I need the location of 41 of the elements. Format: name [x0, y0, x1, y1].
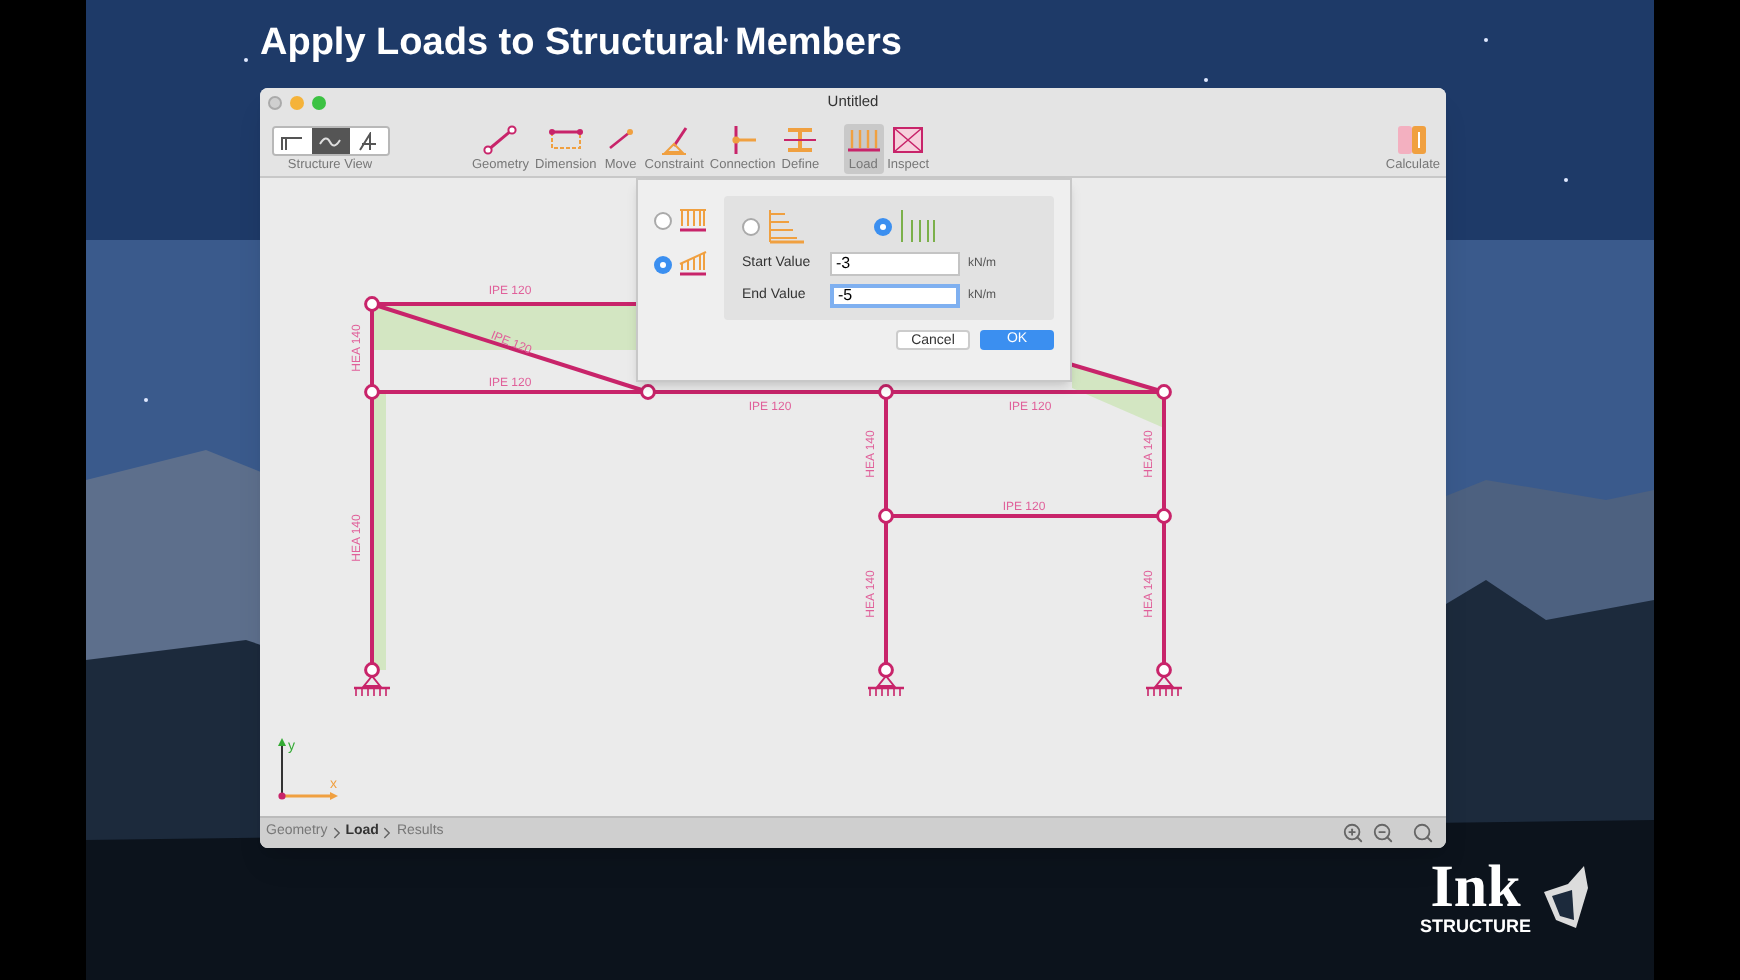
radio-button[interactable]	[742, 217, 760, 235]
zoom-out-icon[interactable]	[1372, 822, 1394, 844]
node[interactable]	[1156, 662, 1172, 678]
view-segment[interactable]	[311, 128, 349, 154]
radio-button[interactable]	[654, 255, 672, 273]
logo-mark-icon	[1539, 864, 1591, 932]
value-field[interactable]: -5	[830, 284, 960, 308]
view-segment[interactable]	[349, 128, 387, 154]
node[interactable]	[878, 508, 894, 524]
support-symbol	[868, 674, 904, 697]
node[interactable]	[364, 662, 380, 678]
radio-button[interactable]	[874, 217, 892, 235]
grid-icon	[890, 124, 927, 156]
value-field[interactable]: -3	[830, 252, 960, 276]
support-symbol	[1146, 674, 1182, 697]
logo: Ink STRUCTURE	[1420, 860, 1654, 936]
view-segment[interactable]	[273, 128, 311, 154]
vertical-load-icon	[898, 208, 938, 244]
axis-indicator	[278, 738, 338, 800]
horizontal-load-icon	[766, 208, 806, 244]
calculator-icon	[1396, 124, 1429, 156]
radio-button[interactable]	[654, 211, 672, 229]
letter-shape-icon	[356, 131, 380, 151]
linear-load-icon	[678, 250, 708, 278]
zoom-fit-icon[interactable]	[1412, 822, 1434, 844]
load-arrows-icon	[845, 124, 882, 156]
node[interactable]	[1156, 508, 1172, 524]
load-area	[1072, 364, 1164, 428]
node[interactable]	[878, 662, 894, 678]
node[interactable]	[878, 384, 894, 400]
uniform-load-icon	[678, 206, 708, 234]
frame-icon	[280, 131, 304, 151]
view-switcher[interactable]	[271, 126, 389, 156]
node[interactable]	[1156, 384, 1172, 400]
beam-section-icon	[782, 124, 819, 156]
support-symbol	[354, 674, 390, 697]
line-icon	[482, 124, 519, 156]
support-icon	[656, 124, 693, 156]
headline: Apply Loads to Structural Members	[260, 20, 904, 68]
wave-icon	[318, 131, 342, 151]
zoom-in-icon[interactable]	[1342, 822, 1364, 844]
